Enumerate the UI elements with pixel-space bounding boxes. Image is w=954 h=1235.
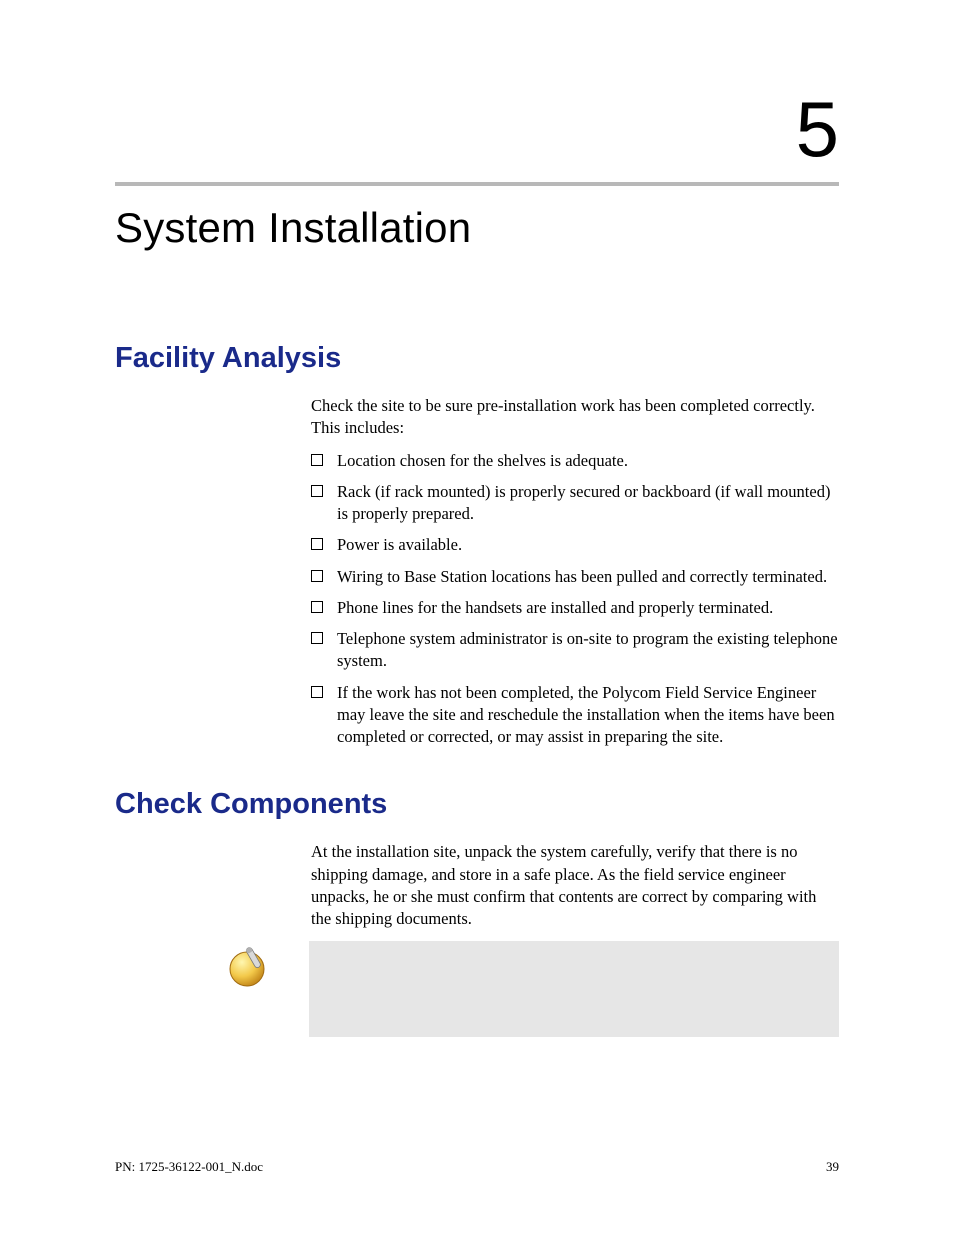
section-heading-check-components: Check Components (115, 788, 839, 821)
note-callout (225, 941, 839, 1037)
page-footer: PN: 1725-36122-001_N.doc 39 (115, 1159, 839, 1175)
chapter-number: 5 (115, 90, 839, 168)
intro-paragraph: Check the site to be sure pre-installati… (311, 395, 839, 440)
checklist-item: Location chosen for the shelves is adequ… (311, 450, 839, 472)
checklist: Location chosen for the shelves is adequ… (311, 450, 839, 749)
checklist-item: Power is available. (311, 534, 839, 556)
page: 5 System Installation Facility Analysis … (0, 0, 954, 1235)
checklist-item: Wiring to Base Station locations has bee… (311, 566, 839, 588)
checklist-item: If the work has not been completed, the … (311, 682, 839, 749)
chapter-rule (115, 182, 839, 186)
note-box (309, 941, 839, 1037)
checklist-item: Telephone system administrator is on-sit… (311, 628, 839, 673)
checklist-item: Rack (if rack mounted) is properly secur… (311, 481, 839, 526)
chapter-title: System Installation (115, 204, 839, 252)
checklist-item: Phone lines for the handsets are install… (311, 597, 839, 619)
section-body-check-components: At the installation site, unpack the sys… (311, 841, 839, 930)
footer-left: PN: 1725-36122-001_N.doc (115, 1159, 263, 1175)
section-heading-facility-analysis: Facility Analysis (115, 342, 839, 375)
section-body-facility-analysis: Check the site to be sure pre-installati… (311, 395, 839, 748)
note-icon (225, 945, 269, 989)
intro-paragraph: At the installation site, unpack the sys… (311, 841, 839, 930)
footer-page-number: 39 (826, 1159, 839, 1175)
